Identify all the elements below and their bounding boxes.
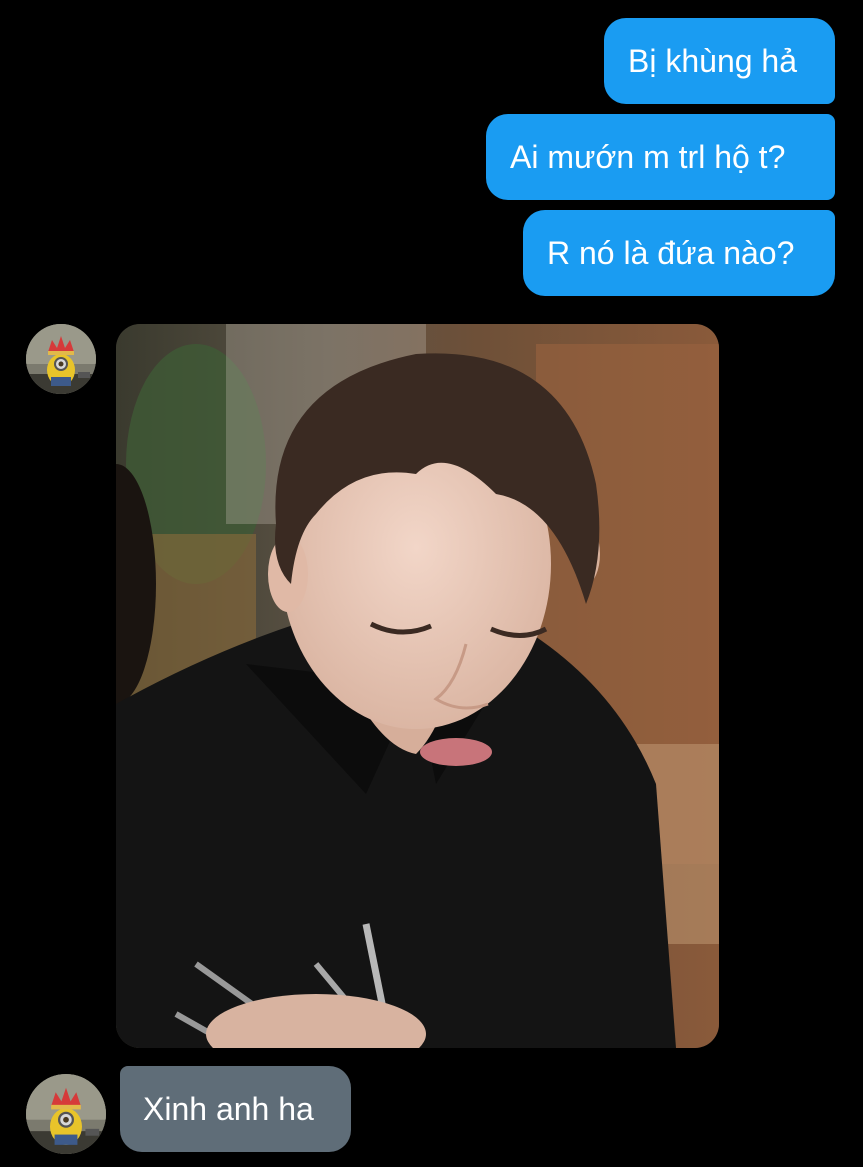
sent-message-bubble[interactable]: Bị khùng hả [604,18,835,104]
received-message-bubble[interactable]: Xinh anh ha [120,1066,351,1152]
minion-king-avatar-icon [26,324,96,394]
sent-message-bubble[interactable]: R nó là đứa nào? [523,210,835,296]
chat-thread[interactable]: Bị khùng hả Ai mướn m trl hộ t? R nó là … [0,0,863,1167]
minion-king-avatar-icon [26,1074,106,1154]
sent-message-bubble[interactable]: Ai mướn m trl hộ t? [486,114,835,200]
image-message[interactable] [116,324,719,1048]
contact-avatar[interactable] [26,324,96,394]
photo-young-man-black-polo-eating-icon [116,324,719,1048]
contact-avatar[interactable] [26,1074,106,1154]
